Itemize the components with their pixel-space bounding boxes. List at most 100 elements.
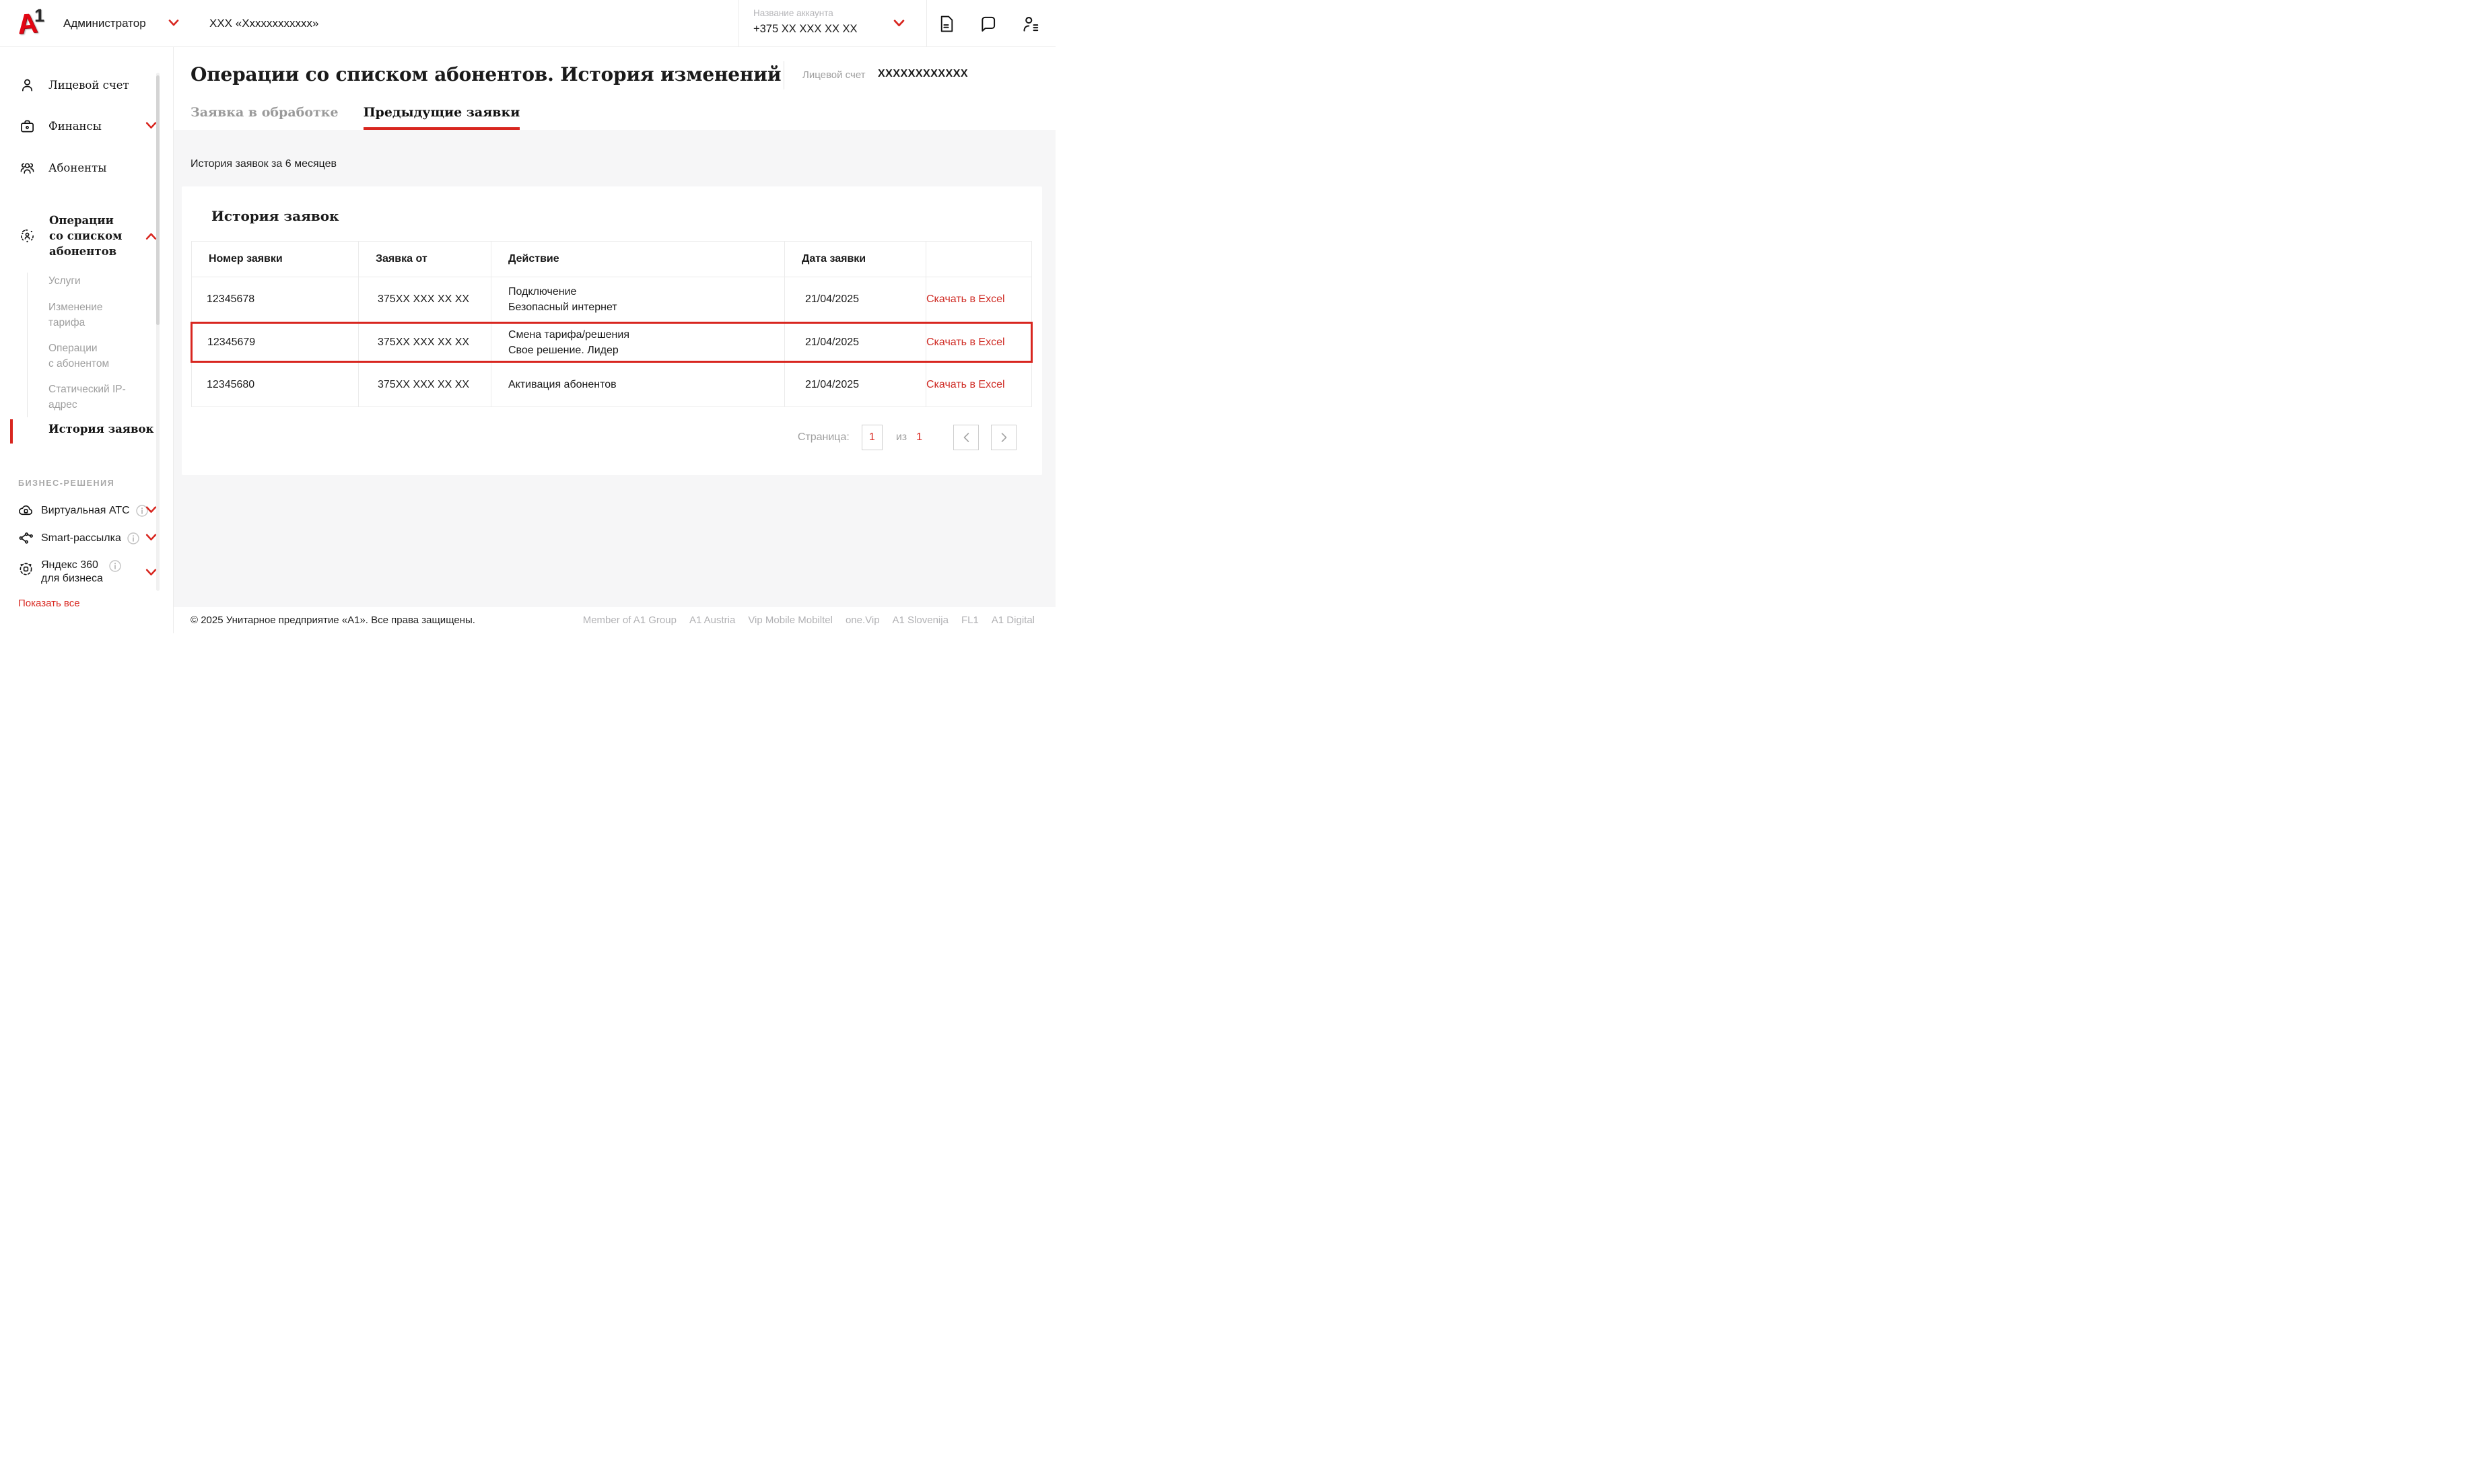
footer-link[interactable]: Member of A1 Group [583,614,677,626]
info-icon[interactable] [109,560,121,572]
total-pages: 1 [916,431,922,444]
chevron-up-icon[interactable] [145,232,157,241]
chevron-down-icon[interactable] [145,121,157,130]
chat-icon[interactable] [980,15,997,33]
request-number: 12345679 [192,323,359,362]
briefcase-icon [20,118,35,134]
chevron-down-icon[interactable] [145,568,157,577]
sidebar-subitem-subscriber-operations[interactable]: Операции с абонентом [48,341,109,372]
download-excel-link[interactable]: Скачать в Excel [926,293,1005,305]
column-header-request-from: Заявка от [359,242,491,277]
table-row: 12345678 375XX XXX XX XX Подключение Без… [192,277,1032,323]
chevron-down-icon[interactable] [145,533,157,542]
sidebar-item-smart-mailing[interactable]: Smart-рассылка [18,530,139,546]
sidebar-item-finance[interactable]: Финансы [20,118,102,134]
request-action: Смена тарифа/решения Свое решение. Лидер [491,323,785,362]
cloud-pbx-icon [18,503,34,518]
footer-link[interactable]: A1 Slovenija [893,614,949,626]
company-name: ХХХ «Хххххххххххх» [209,17,319,30]
previous-page-button[interactable] [953,425,979,450]
footer-link[interactable]: A1 Digital [992,614,1035,626]
business-solutions-section-title: БИЗНЕС-РЕШЕНИЯ [18,479,114,488]
sidebar-subitem-tariff-change[interactable]: Изменение тарифа [48,299,103,330]
pagination: Страница: 1 из 1 [798,425,1017,450]
tab-previous-requests[interactable]: Предыдущие заявки [364,104,520,130]
request-from: 375XX XXX XX XX [359,323,491,362]
content-area: История заявок за 6 месяцев История заяв… [174,130,1056,607]
next-page-button[interactable] [991,425,1017,450]
personal-account-label: Лицевой счет [802,69,866,81]
footer-link[interactable]: Vip Mobile Mobiltel [748,614,833,626]
user-icon [20,77,35,93]
sidebar-item-virtual-pbx[interactable]: Виртуальная АТС [18,503,148,518]
footer-links: Member of A1 Group A1 Austria Vip Mobile… [583,614,1035,626]
sidebar-item-personal-account[interactable]: Лицевой счет [20,77,129,93]
submenu-divider [27,273,28,417]
request-history-table: Номер заявки Заявка от Действие Дата зая… [191,241,1033,407]
copyright-text: © 2025 Унитарное предприятие «А1». Все п… [191,614,475,626]
request-from: 375XX XXX XX XX [359,277,491,323]
a1-logo[interactable]: A 1 [18,7,48,40]
of-label: из [896,431,907,444]
sidebar-subitem-request-history[interactable]: История заявок [48,423,153,435]
sidebar-subitem-static-ip[interactable]: Статический IP- адрес [48,382,126,413]
footer: © 2025 Унитарное предприятие «А1». Все п… [174,607,1056,633]
table-header-row: Номер заявки Заявка от Действие Дата зая… [192,242,1032,277]
yandex-360-icon [18,561,34,577]
sidebar-subitem-services[interactable]: Услуги [48,273,81,289]
sidebar-scrollbar-thumb[interactable] [156,75,160,325]
request-number: 12345678 [192,277,359,323]
chevron-down-icon[interactable] [168,19,179,27]
table-row: 12345680 375XX XXX XX XX Активация абоне… [192,362,1032,407]
document-icon[interactable] [938,15,955,33]
history-period-subtitle: История заявок за 6 месяцев [191,158,337,170]
current-page-input[interactable]: 1 [862,425,883,450]
footer-link[interactable]: one.Vip [846,614,880,626]
page-title: Операции со списком абонентов. История и… [191,63,781,85]
download-excel-link[interactable]: Скачать в Excel [926,379,1005,390]
column-header-action: Действие [491,242,785,277]
column-header-download [926,242,1032,277]
sidebar-item-label: Финансы [48,120,102,133]
sidebar-item-yandex-360[interactable]: Яндекс 360 для бизнеса [18,559,121,586]
top-header: A 1 Администратор ХХХ «Хххххххххххх» Наз… [0,0,1056,47]
request-date: 21/04/2025 [785,277,926,323]
request-history-card: История заявок Номер заявки Заявка от Де… [182,186,1042,475]
request-from: 375XX XXX XX XX [359,362,491,407]
column-header-request-date: Дата заявки [785,242,926,277]
footer-link[interactable]: A1 Austria [689,614,735,626]
sidebar-item-label: Абоненты [48,162,106,174]
info-icon[interactable] [127,532,139,544]
users-icon [20,160,35,176]
account-name-label: Название аккаунта [753,8,926,18]
chevron-down-icon[interactable] [893,19,905,28]
column-header-request-number: Номер заявки [192,242,359,277]
download-excel-link[interactable]: Скачать в Excel [926,337,1005,348]
sidebar-item-subscribers[interactable]: Абоненты [20,160,106,176]
personal-account-number: XXXXXXXXXXXX [878,68,968,80]
sidebar-item-group-label[interactable]: Операции со списком абонентов [49,213,137,259]
request-action: Активация абонентов [491,362,785,407]
logo-digit-one: 1 [34,5,44,26]
sidebar-nav: Лицевой счет Финансы [0,47,174,633]
request-action: Подключение Безопасный интернет [491,277,785,323]
main-content: Операции со списком абонентов. История и… [174,47,1056,633]
request-date: 21/04/2025 [785,362,926,407]
tab-request-in-progress[interactable]: Заявка в обработке [191,104,339,130]
sidebar-item-subscriber-list-operations[interactable] [20,228,35,244]
request-number: 12345680 [192,362,359,407]
sidebar-item-label: Виртуальная АТС [41,505,130,517]
account-switcher[interactable]: Название аккаунта +375 XX XXX XX XX [738,0,927,46]
tab-bar: Заявка в обработке Предыдущие заявки [191,104,520,130]
contacts-icon[interactable] [1021,15,1039,33]
subscriber-list-icon [20,228,35,244]
network-icon [18,530,34,546]
request-date: 21/04/2025 [785,323,926,362]
role-selector[interactable]: Администратор [63,17,146,30]
show-all-link[interactable]: Показать все [18,598,80,609]
active-item-marker [10,419,13,444]
chevron-down-icon[interactable] [145,505,157,514]
header-actions [938,15,1039,33]
footer-link[interactable]: FL1 [961,614,979,626]
sidebar-item-label: Яндекс 360 для бизнеса [41,559,103,586]
